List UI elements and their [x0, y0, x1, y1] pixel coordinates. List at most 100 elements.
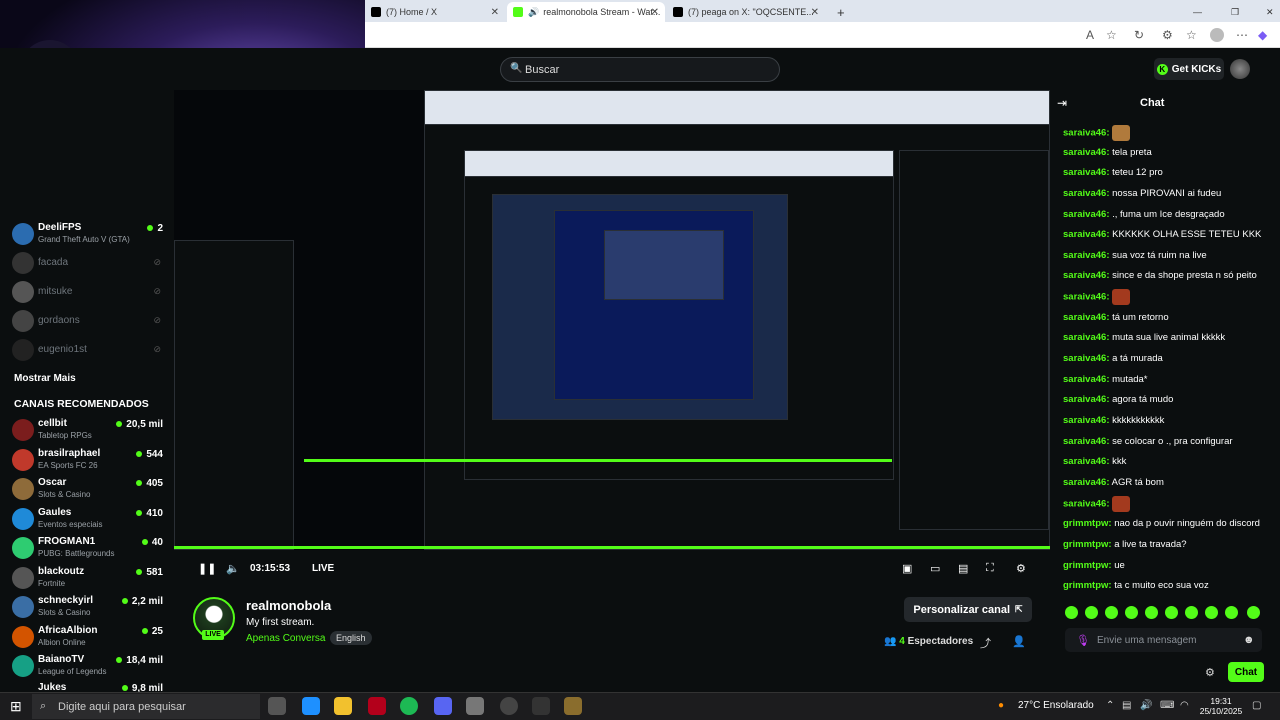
- app-icon[interactable]: [466, 697, 484, 715]
- external-link-icon: ⇱: [1015, 604, 1023, 614]
- clip-icon[interactable]: ▣: [902, 562, 912, 575]
- emoji-picker-icon[interactable]: ☻: [1243, 634, 1255, 646]
- add-user-icon[interactable]: 👤: [1012, 635, 1026, 648]
- sidebar-channel-baianotv[interactable]: BaianoTV League of Legends 18,4 mil: [12, 652, 167, 680]
- sidebar-channel-gordaons[interactable]: gordaons ⊘: [12, 307, 167, 335]
- video-player[interactable]: [174, 90, 1050, 550]
- fullscreen-icon[interactable]: ⛶: [986, 562, 994, 575]
- file-explorer-icon[interactable]: [334, 697, 352, 715]
- notifications-icon[interactable]: ▢: [1252, 700, 1261, 711]
- avatar: [12, 596, 34, 618]
- volume-icon[interactable]: 🔊: [1140, 700, 1152, 711]
- sidebar-channel-blackoutz[interactable]: blackoutz Fortnite 581: [12, 564, 167, 592]
- chevron-up-icon[interactable]: ⌃: [1106, 700, 1114, 711]
- weather-text[interactable]: 27°C Ensolarado: [1018, 700, 1094, 711]
- tab-x-peaga[interactable]: (7) peaga on X: "OQCSENTE... ✕: [667, 2, 825, 22]
- close-tab-icon[interactable]: ✕: [651, 7, 659, 18]
- new-tab-button[interactable]: +: [831, 2, 851, 22]
- show-more-link[interactable]: Mostrar Mais: [14, 373, 76, 384]
- spotify-icon[interactable]: [400, 697, 418, 715]
- sidebar-channel-facada[interactable]: facada ⊘: [12, 249, 167, 277]
- language-icon[interactable]: ⌨: [1160, 700, 1174, 711]
- pause-icon[interactable]: ❚❚: [198, 562, 216, 575]
- favorites-icon[interactable]: ☆: [1186, 28, 1197, 42]
- app-icon[interactable]: [532, 697, 550, 715]
- taskbar-search-input[interactable]: ⌕ Digite aqui para pesquisar: [32, 694, 260, 719]
- task-view-icon[interactable]: [268, 697, 286, 715]
- profile-avatar[interactable]: [1210, 28, 1224, 42]
- emote-icon[interactable]: [1065, 606, 1078, 619]
- theater-mode-icon[interactable]: ▭: [930, 562, 940, 575]
- taskbar-clock[interactable]: 19:31 25/10/2025: [1196, 696, 1246, 716]
- stream-time: 03:15:53: [250, 563, 291, 574]
- emote-icon[interactable]: [1125, 606, 1138, 619]
- sidebar-channel-africaalbion[interactable]: AfricaAlbion Albion Online 25: [12, 623, 167, 651]
- pip-icon[interactable]: ▤: [958, 562, 968, 575]
- opera-icon[interactable]: [368, 697, 386, 715]
- emote-icon[interactable]: [1085, 606, 1098, 619]
- close-tab-icon[interactable]: ✕: [491, 7, 499, 18]
- discord-icon[interactable]: [434, 697, 452, 715]
- chat-message: saraiva46: se colocar o ., pra configura…: [1063, 436, 1233, 447]
- chat-message-input[interactable]: Envie uma mensagem: [1065, 628, 1262, 652]
- chat-message: saraiva46:: [1063, 125, 1131, 141]
- tab-kick-stream[interactable]: 🔊 realmonobola Stream - Wat... ✕: [507, 2, 665, 22]
- sidebar-channel-mitsuke[interactable]: mitsuke ⊘: [12, 278, 167, 306]
- sidebar-channel-schneckyirl[interactable]: schneckyirl Slots & Casino 2,2 mil: [12, 593, 167, 621]
- emote-icon[interactable]: [1205, 606, 1218, 619]
- sidebar-channel-cellbit[interactable]: cellbit Tabletop RPGs 20,5 mil: [12, 416, 167, 444]
- chat-settings-icon[interactable]: ⚙: [1205, 666, 1215, 679]
- stream-category[interactable]: Apenas Conversa: [246, 633, 326, 644]
- settings-gear-icon[interactable]: ⚙: [1016, 562, 1026, 575]
- close-window-button[interactable]: ✕: [1260, 2, 1280, 22]
- language-tag[interactable]: English: [330, 631, 372, 645]
- search-input[interactable]: 🔍 Buscar: [500, 57, 780, 82]
- sidebar-channel-jukes[interactable]: Jukes 9,8 mil: [12, 680, 167, 692]
- wifi-icon[interactable]: ◠: [1180, 700, 1189, 711]
- emote-icon[interactable]: [1105, 606, 1118, 619]
- close-tab-icon[interactable]: ✕: [811, 7, 819, 18]
- emote-icon[interactable]: [1247, 606, 1260, 619]
- windows-start-icon[interactable]: ⊞: [10, 698, 22, 715]
- more-options-icon[interactable]: ⋯: [1236, 28, 1248, 42]
- sidebar-channel-frogman1[interactable]: FROGMAN1 PUBG: Battlegrounds 40: [12, 534, 167, 562]
- read-aloud-icon[interactable]: A: [1086, 28, 1094, 42]
- avatar: [12, 478, 34, 500]
- sidebar-channel-eugenio1st[interactable]: eugenio1st ⊘: [12, 336, 167, 364]
- kick-coin-icon: K: [1156, 63, 1168, 75]
- sidebar-channel-gaules[interactable]: Gaules Eventos especiais 410: [12, 505, 167, 533]
- streamer-name[interactable]: realmonobola: [246, 598, 331, 613]
- share-icon[interactable]: ⤴: [980, 635, 991, 651]
- extensions-icon[interactable]: ⚙: [1162, 28, 1173, 42]
- obs-icon[interactable]: [500, 697, 518, 715]
- sidebar-channel-deelifps[interactable]: DeeliFPS Grand Theft Auto V (GTA) 2: [12, 220, 167, 248]
- emote-icon[interactable]: [1165, 606, 1178, 619]
- emote-icon[interactable]: [1185, 606, 1198, 619]
- user-avatar[interactable]: [1230, 59, 1250, 79]
- sidebar-channel-brasilraphael[interactable]: brasilraphael EA Sports FC 26 544: [12, 446, 167, 474]
- volume-icon[interactable]: 🔈: [226, 562, 240, 575]
- get-kicks-button[interactable]: K Get KICKs: [1154, 58, 1224, 80]
- minimize-button[interactable]: —: [1187, 2, 1207, 22]
- speaker-icon[interactable]: 🔊: [528, 7, 539, 18]
- kick-icon: [513, 7, 523, 17]
- copilot-icon[interactable]: ◆: [1258, 28, 1267, 42]
- favorite-star-icon[interactable]: ☆: [1106, 28, 1117, 42]
- avatar: [12, 339, 34, 361]
- edge-browser-icon[interactable]: [302, 697, 320, 715]
- emote-icon[interactable]: [1225, 606, 1238, 619]
- maximize-button[interactable]: ❐: [1225, 2, 1245, 22]
- chat-send-button[interactable]: Chat: [1228, 662, 1264, 682]
- chat-message: grimmtpw: a live ta travada?: [1063, 539, 1187, 550]
- network-icon[interactable]: ▤: [1122, 700, 1131, 711]
- collapse-chat-icon[interactable]: ⇥: [1057, 96, 1067, 110]
- microphone-icon[interactable]: 🎙: [1076, 634, 1090, 647]
- refresh-icon[interactable]: ↻: [1134, 28, 1144, 42]
- sidebar-channel-oscar[interactable]: Oscar Slots & Casino 405: [12, 475, 167, 503]
- app-icon[interactable]: [564, 697, 582, 715]
- customize-channel-button[interactable]: Personalizar canal ⇱: [904, 597, 1032, 622]
- emote-bar: [1065, 606, 1265, 620]
- emote-icon[interactable]: [1145, 606, 1158, 619]
- chat-message: saraiva46: ., fuma um Ice desgraçado: [1063, 209, 1225, 220]
- tab-x-home[interactable]: (7) Home / X ✕: [365, 2, 505, 22]
